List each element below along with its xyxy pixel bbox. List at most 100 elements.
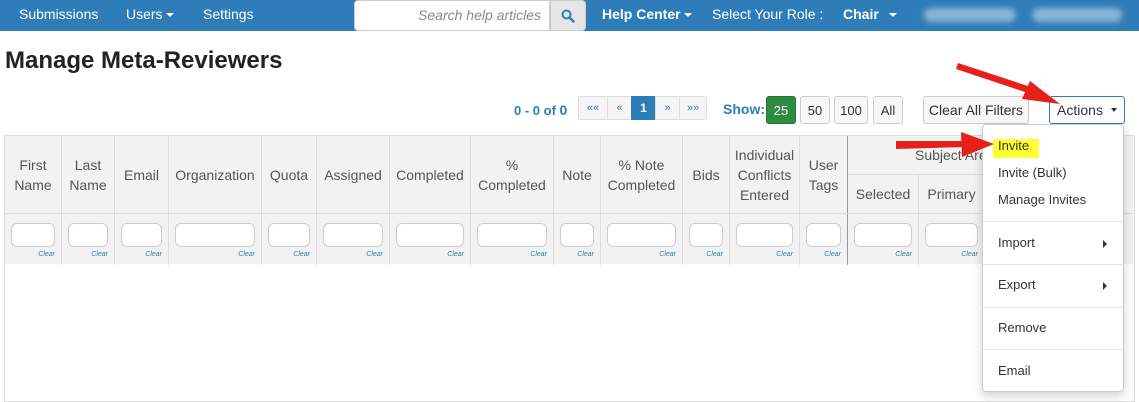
page-size-50[interactable]: 50 [800,96,830,124]
actions-label: Actions [1057,102,1103,118]
redacted-user-name [924,8,1016,22]
filter-percent-completed[interactable] [477,223,547,247]
clear-all-filters-button[interactable]: Clear All Filters [923,96,1029,124]
nav-submissions[interactable]: Submissions [19,6,98,22]
clear-filter-link[interactable]: Clear [238,251,255,258]
column-last-name[interactable]: Last Name [62,136,115,213]
search-input[interactable]: Search help articles [354,0,550,31]
clear-filter-link[interactable]: Clear [38,251,55,258]
filter-organization[interactable] [175,223,255,247]
nav-users-label: Users [126,6,163,22]
filter-cell: Clear [601,214,683,265]
column-label: User Tags [808,156,839,193]
filter-cell: Clear [848,214,919,265]
column-individual-conflicts[interactable]: Individual Conflicts Entered [730,136,800,213]
filter-subject-selected[interactable] [854,223,912,247]
clear-filter-link[interactable]: Clear [961,251,978,258]
filter-last-name[interactable] [68,223,108,247]
menu-item-invite-bulk[interactable]: Invite (Bulk) [983,162,1123,186]
column-percent-completed[interactable]: % Completed [471,136,554,213]
clear-filter-link[interactable]: Clear [530,251,547,258]
filter-percent-note-completed[interactable] [607,223,676,247]
page-size-label: Show: [723,101,765,117]
page-size-100[interactable]: 100 [834,96,868,124]
clear-filter-link[interactable]: Clear [91,251,108,258]
clear-filter-link[interactable]: Clear [293,251,310,258]
menu-divider [983,221,1123,222]
column-quota[interactable]: Quota [262,136,317,213]
clear-filter-link[interactable]: Clear [577,251,594,258]
page-title: Manage Meta-Reviewers [5,47,283,74]
clear-filter-link[interactable]: Clear [145,251,162,258]
column-label: Last Name [69,156,107,193]
chevron-down-icon [165,13,174,18]
result-range-prefix: 0 - 0 of [514,103,560,118]
page-prev-button[interactable]: « [607,96,632,120]
menu-item-invite[interactable]: Invite [983,135,1123,159]
column-label: Bids [692,166,720,183]
search-button[interactable] [550,0,586,31]
filter-quota[interactable] [268,223,310,247]
nav-users[interactable]: Users [126,6,174,22]
column-percent-note-completed[interactable]: % Note Completed [601,136,683,213]
actions-button[interactable]: Actions [1049,96,1125,124]
page-size-25[interactable]: 25 [766,96,796,124]
column-subject-selected[interactable]: Selected [848,174,919,213]
search-icon [561,9,575,23]
filter-assigned[interactable] [323,223,383,247]
column-completed[interactable]: Completed [390,136,471,213]
nav-settings[interactable]: Settings [203,6,254,22]
column-assigned[interactable]: Assigned [317,136,390,213]
column-first-name[interactable]: First Name [5,136,62,213]
menu-item-email[interactable]: Email [983,360,1123,384]
filter-email[interactable] [121,223,162,247]
clear-filter-link[interactable]: Clear [659,251,676,258]
filter-individual-conflicts[interactable] [736,223,793,247]
menu-item-label: Import [998,235,1035,250]
chevron-right-icon [1103,240,1107,248]
filter-first-name[interactable] [11,223,55,247]
nav-help-center[interactable]: Help Center [602,6,692,22]
chevron-down-icon [1110,108,1117,112]
menu-item-manage-invites[interactable]: Manage Invites [983,189,1123,213]
clear-filter-link[interactable]: Clear [447,251,464,258]
page-current-button[interactable]: 1 [631,96,656,120]
redacted-user-menu[interactable] [1032,8,1122,22]
filter-subject-primary[interactable] [925,223,978,247]
filter-cell: Clear [169,214,262,265]
filter-user-tags[interactable] [806,223,841,247]
clear-filter-link[interactable]: Clear [824,251,841,258]
role-selector[interactable]: Chair [843,6,897,22]
filter-row: Clear Clear Clear Clear Clear Clear Clea… [5,213,1134,265]
filter-cell: Clear [5,214,62,265]
page-next-button[interactable]: » [655,96,680,120]
column-user-tags[interactable]: User Tags [800,136,848,213]
column-label: Individual Conflicts Entered [734,146,795,203]
clear-filter-link[interactable]: Clear [706,251,723,258]
top-navbar: Submissions Users Settings Search help a… [0,0,1139,31]
page-size-all[interactable]: All [873,96,903,124]
page-first-button[interactable]: «« [578,96,608,120]
filter-cell: Clear [800,214,848,265]
filter-note[interactable] [560,223,594,247]
column-bids[interactable]: Bids [683,136,730,213]
meta-reviewers-table: First Name Last Name Email Organization … [4,135,1135,402]
clear-filter-link[interactable]: Clear [776,251,793,258]
clear-filter-link[interactable]: Clear [895,251,912,258]
page-last-button[interactable]: »» [679,96,707,120]
filter-bids[interactable] [689,223,723,247]
menu-item-export[interactable]: Export [983,274,1123,298]
result-total: 0 [559,102,568,118]
filter-cell: Clear [683,214,730,265]
column-organization[interactable]: Organization [169,136,262,213]
menu-item-import[interactable]: Import [983,232,1123,256]
column-email[interactable]: Email [115,136,169,213]
filter-completed[interactable] [396,223,464,247]
menu-item-remove[interactable]: Remove [983,317,1123,341]
column-note[interactable]: Note [554,136,601,213]
clear-filter-link[interactable]: Clear [366,251,383,258]
column-label: % Note Completed [607,156,676,193]
filter-cell: Clear [554,214,601,265]
pagination: «« « 1 » »» [578,96,707,120]
column-subject-primary[interactable]: Primary [919,174,985,213]
